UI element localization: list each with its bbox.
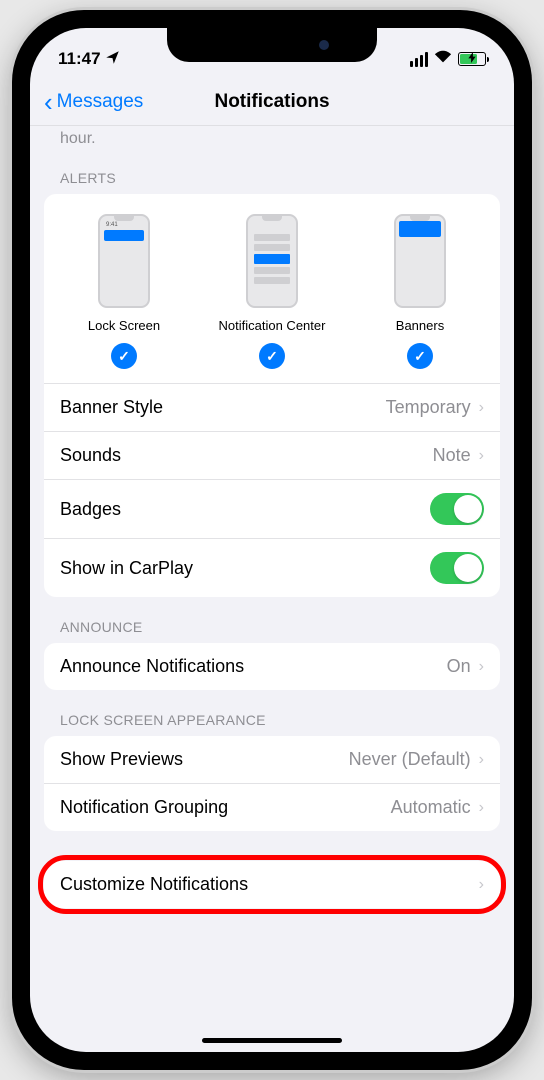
row-value: Never (Default)	[349, 749, 471, 770]
chevron-right-icon: ›	[479, 876, 484, 894]
row-value: Note	[433, 445, 471, 466]
back-label: Messages	[57, 91, 144, 113]
location-arrow-icon	[105, 50, 120, 68]
alert-style-row: 9:41 Lock Screen ✓	[44, 194, 500, 384]
show-previews-row[interactable]: Show Previews Never (Default) ›	[44, 736, 500, 784]
row-label: Banner Style	[60, 397, 163, 418]
row-label: Announce Notifications	[60, 656, 244, 677]
row-value: Temporary	[386, 397, 471, 418]
section-header-alerts: ALERTS	[30, 148, 514, 194]
carplay-row: Show in CarPlay	[44, 539, 500, 597]
chevron-right-icon: ›	[479, 658, 484, 676]
checkmark-icon: ✓	[259, 343, 285, 369]
screen: 11:47 ‹ Messag	[30, 28, 514, 1052]
checkmark-icon: ✓	[407, 343, 433, 369]
banners-preview-icon	[394, 214, 446, 308]
battery-icon	[458, 52, 486, 66]
chevron-left-icon: ‹	[44, 89, 53, 115]
volume-down-button	[7, 318, 11, 380]
customize-card: Customize Notifications ›	[44, 861, 500, 908]
back-button[interactable]: ‹ Messages	[44, 89, 143, 115]
row-value: Automatic	[391, 797, 471, 818]
truncated-description: hour.	[30, 126, 514, 148]
lockscreen-appearance-card: Show Previews Never (Default) › Notifica…	[44, 736, 500, 831]
section-header-announce: ANNOUNCE	[30, 597, 514, 643]
carplay-toggle[interactable]	[430, 552, 484, 584]
power-button	[532, 240, 536, 340]
row-label: Badges	[60, 499, 121, 520]
checkmark-icon: ✓	[111, 343, 137, 369]
mute-switch	[7, 180, 11, 216]
alert-option-notification-center[interactable]: Notification Center ✓	[198, 214, 346, 369]
alert-label: Banners	[396, 318, 444, 333]
lock-screen-preview-icon: 9:41	[98, 214, 150, 308]
cellular-signal-icon	[410, 52, 429, 67]
volume-up-button	[7, 240, 11, 302]
phone-frame: 11:47 ‹ Messag	[12, 10, 532, 1070]
customize-notifications-row[interactable]: Customize Notifications ›	[44, 861, 500, 908]
row-label: Customize Notifications	[60, 874, 248, 895]
chevron-right-icon: ›	[479, 751, 484, 769]
chevron-right-icon: ›	[479, 799, 484, 817]
alert-label: Notification Center	[219, 318, 326, 333]
section-header-lockscreen: LOCK SCREEN APPEARANCE	[30, 690, 514, 736]
charging-bolt-icon	[468, 52, 476, 66]
alert-option-banners[interactable]: Banners ✓	[346, 214, 494, 369]
row-value: On	[447, 656, 471, 677]
row-label: Show in CarPlay	[60, 558, 193, 579]
alerts-card: 9:41 Lock Screen ✓	[44, 194, 500, 597]
navigation-bar: ‹ Messages Notifications	[30, 78, 514, 126]
banner-style-row[interactable]: Banner Style Temporary ›	[44, 384, 500, 432]
announce-notifications-row[interactable]: Announce Notifications On ›	[44, 643, 500, 690]
sounds-row[interactable]: Sounds Note ›	[44, 432, 500, 480]
content-scroll[interactable]: hour. ALERTS 9:41 Lock Screen ✓	[30, 126, 514, 1042]
alert-label: Lock Screen	[88, 318, 160, 333]
status-time: 11:47	[58, 49, 101, 69]
notification-center-preview-icon	[246, 214, 298, 308]
row-label: Show Previews	[60, 749, 183, 770]
notch	[167, 28, 377, 62]
page-title: Notifications	[214, 91, 329, 113]
chevron-right-icon: ›	[479, 399, 484, 417]
home-indicator[interactable]	[202, 1038, 342, 1043]
badges-row: Badges	[44, 480, 500, 539]
badges-toggle[interactable]	[430, 493, 484, 525]
row-label: Sounds	[60, 445, 121, 466]
alert-option-lock-screen[interactable]: 9:41 Lock Screen ✓	[50, 214, 198, 369]
announce-card: Announce Notifications On ›	[44, 643, 500, 690]
notification-grouping-row[interactable]: Notification Grouping Automatic ›	[44, 784, 500, 831]
chevron-right-icon: ›	[479, 447, 484, 465]
wifi-icon	[434, 49, 452, 69]
row-label: Notification Grouping	[60, 797, 228, 818]
